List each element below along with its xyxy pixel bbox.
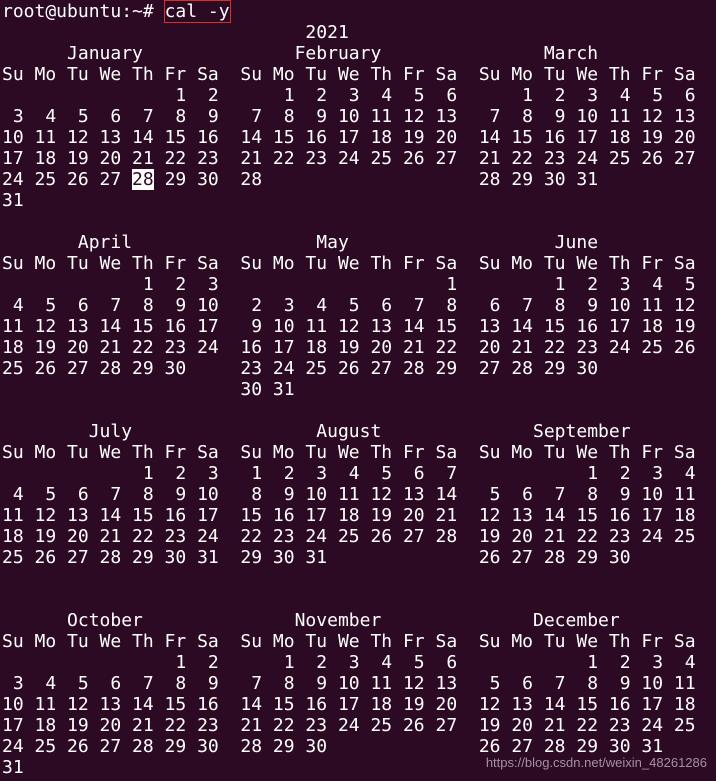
calendar-line: 10 11 12 13 14 15 16 14 15 16 17 18 19 2… [2,694,696,715]
calendar-line: 4 5 6 7 8 9 10 8 9 10 11 12 13 14 5 6 7 … [2,484,696,505]
calendar-line: 18 19 20 21 22 23 24 16 17 18 19 20 21 2… [2,337,696,358]
calendar-line [2,400,696,421]
calendar-line: 1 2 3 1 1 2 3 4 5 [2,274,696,295]
calendar-line [2,211,696,232]
terminal-output: root@ubuntu:~# cal -y 2021 January Febru… [2,0,696,778]
calendar-line [2,568,696,589]
shell-prompt: root@ubuntu:~# [2,1,165,22]
calendar-line: 30 31 [2,379,295,400]
calendar-line: October November December [2,610,620,631]
calendar-line: Su Mo Tu We Th Fr Sa Su Mo Tu We Th Fr S… [2,253,696,274]
calendar-line: Su Mo Tu We Th Fr Sa Su Mo Tu We Th Fr S… [2,64,696,85]
calendar-line: 25 26 27 28 29 30 31 29 30 31 26 27 28 2… [2,547,631,568]
calendar-line: Su Mo Tu We Th Fr Sa Su Mo Tu We Th Fr S… [2,631,696,652]
calendar-line: 31 [2,190,24,211]
calendar-line: 1 2 1 2 3 4 5 6 1 2 3 4 [2,652,696,673]
calendar-line: 11 12 13 14 15 16 17 9 10 11 12 13 14 15… [2,316,696,337]
calendar-line: 3 4 5 6 7 8 9 7 8 9 10 11 12 13 7 8 9 10… [2,106,696,127]
calendar-line: 2021 [2,22,349,43]
calendar-line [2,589,696,610]
calendar-line: 18 19 20 21 22 23 24 22 23 24 25 26 27 2… [2,526,696,547]
calendar-line: 24 25 26 27 28 29 30 28 28 29 30 31 [2,169,696,190]
calendar-line: Su Mo Tu We Th Fr Sa Su Mo Tu We Th Fr S… [2,442,696,463]
calendar-line: April May June [2,232,599,253]
prompt-line: root@ubuntu:~# cal -y [2,0,696,23]
calendar-line: 1 2 3 1 2 3 4 5 6 7 1 2 3 4 [2,463,696,484]
calendar-line: January February March [2,43,599,64]
calendar-line: 25 26 27 28 29 30 23 24 25 26 27 28 29 2… [2,358,599,379]
calendar-line: 4 5 6 7 8 9 10 2 3 4 5 6 7 8 6 7 8 9 10 … [2,295,696,316]
calendar-line-segment: 29 30 28 28 29 30 31 [153,169,599,190]
calendar-line: 10 11 12 13 14 15 16 14 15 16 17 18 19 2… [2,127,696,148]
calendar-output: 2021 January February March Su Mo Tu We T… [2,22,696,778]
watermark: https://blog.csdn.net/weixin_48261286 [485,755,707,770]
calendar-line: 17 18 19 20 21 22 23 21 22 23 24 25 26 2… [2,148,696,169]
calendar-line: July August September [2,421,631,442]
today-highlight: 28 [132,169,154,190]
command-text: cal -y [163,0,231,23]
calendar-line: 24 25 26 27 28 29 30 28 29 30 26 27 28 2… [2,736,664,757]
calendar-line: 1 2 1 2 3 4 5 6 1 2 3 4 5 6 [2,85,696,106]
calendar-line: 17 18 19 20 21 22 23 21 22 23 24 25 26 2… [2,715,696,736]
calendar-line: 3 4 5 6 7 8 9 7 8 9 10 11 12 13 5 6 7 8 … [2,673,696,694]
calendar-line: 11 12 13 14 15 16 17 15 16 17 18 19 20 2… [2,505,696,526]
terminal-window[interactable]: root@ubuntu:~# cal -y 2021 January Febru… [0,0,716,781]
calendar-line-segment: 24 25 26 27 [2,169,133,190]
